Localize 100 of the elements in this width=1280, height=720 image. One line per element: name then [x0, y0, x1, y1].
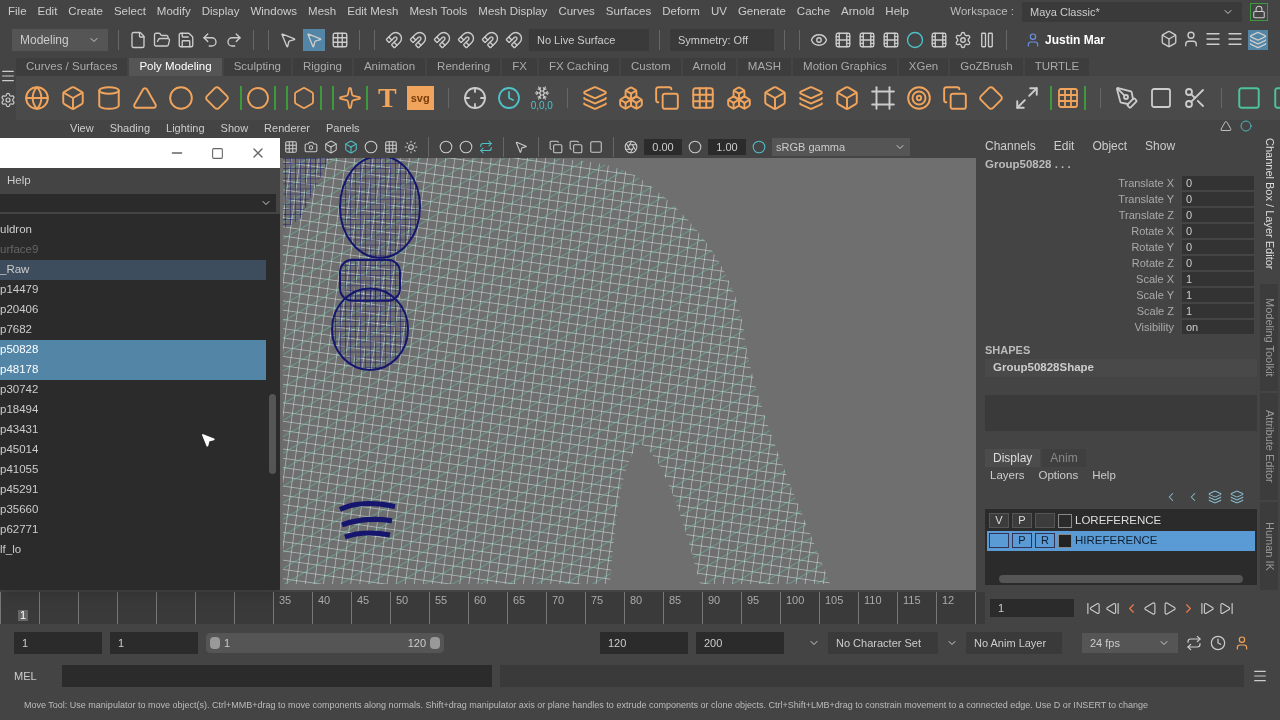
shelf-tab[interactable]: FX	[502, 58, 537, 76]
play-backward-icon[interactable]	[1143, 600, 1158, 616]
end-frame-field[interactable]: 200	[696, 632, 784, 654]
ring-icon[interactable]	[906, 31, 924, 49]
panel-menu-item[interactable]: Lighting	[166, 119, 205, 137]
magnet-icon[interactable]	[409, 31, 427, 49]
channel-value-field[interactable]: 0	[1182, 192, 1254, 206]
scissors-icon[interactable]	[1182, 86, 1207, 110]
menu-item[interactable]: Generate	[737, 3, 786, 21]
lock-icon[interactable]	[1252, 5, 1266, 19]
user-icon[interactable]	[1025, 32, 1041, 48]
snowflake-icon[interactable]	[533, 85, 550, 101]
grid-icon[interactable]	[331, 31, 349, 49]
menu-item[interactable]: Help	[1092, 466, 1116, 485]
loop-icon[interactable]	[1186, 635, 1202, 651]
shelf-tab[interactable]: Rendering	[427, 58, 501, 76]
shaded-cube-icon[interactable]	[344, 140, 358, 154]
panel-menu-item[interactable]: Renderer	[264, 119, 310, 137]
text-tool-icon[interactable]: T	[378, 84, 397, 112]
new-layer-icon[interactable]	[1230, 489, 1244, 504]
outliner-item[interactable]: p48178	[0, 360, 266, 380]
undo-icon[interactable]	[201, 31, 219, 49]
menu-item[interactable]: Surfaces	[605, 3, 652, 21]
anim-layer-field[interactable]: No Anim Layer	[966, 632, 1062, 654]
menu-item[interactable]: Channels	[985, 137, 1036, 155]
square-icon[interactable]	[589, 140, 603, 154]
shelf-tab[interactable]: XGen	[898, 58, 949, 76]
menu-item[interactable]: Mesh Display	[478, 3, 548, 21]
step-back-icon[interactable]	[1105, 600, 1120, 616]
settings-icon[interactable]	[0, 92, 16, 108]
maximize-icon[interactable]	[211, 146, 224, 160]
shape-row[interactable]: Group50828Shape	[985, 358, 1257, 377]
figure-icon[interactable]	[1182, 30, 1200, 48]
cylinder-icon[interactable]	[96, 85, 122, 111]
menu-item[interactable]: Windows	[250, 3, 298, 21]
menu-item[interactable]: Display	[201, 3, 240, 21]
svg-tool-icon[interactable]: svg	[406, 85, 434, 111]
bounding-box-icon[interactable]	[1148, 86, 1173, 110]
magnet-icon[interactable]	[505, 31, 523, 49]
redo-icon[interactable]	[225, 31, 243, 49]
channel-value-field[interactable]: 0	[1182, 176, 1254, 190]
symmetry-dropdown[interactable]: Symmetry: Off	[670, 29, 774, 51]
shelf-tab[interactable]: MASH	[737, 58, 792, 76]
menu-item[interactable]: UV	[710, 3, 727, 21]
magnet-icon[interactable]	[457, 31, 475, 49]
magnet-icon[interactable]	[481, 31, 499, 49]
channel-value-field[interactable]: 1	[1182, 288, 1254, 302]
menu-item[interactable]: Curves	[558, 3, 595, 21]
outliner-item[interactable]: _Raw	[0, 260, 266, 280]
panel-menu-item[interactable]: View	[70, 119, 94, 137]
current-frame-marker[interactable]: 1	[18, 610, 29, 621]
shelf-tab[interactable]: Sculpting	[223, 58, 291, 76]
camera-icon[interactable]	[304, 140, 318, 154]
loop-icon[interactable]	[479, 140, 493, 154]
channel-value-field[interactable]: 0	[1182, 208, 1254, 222]
color-space-dropdown[interactable]: sRGB gamma	[772, 138, 910, 156]
grid-icon[interactable]	[689, 85, 716, 111]
stack-icon[interactable]	[797, 85, 824, 111]
go-to-start-icon[interactable]	[1086, 600, 1101, 616]
aperture-icon[interactable]	[624, 140, 638, 154]
magnet-icon[interactable]	[385, 31, 403, 49]
shelf-tab[interactable]: Custom	[620, 58, 681, 76]
clock-icon[interactable]	[496, 86, 521, 110]
menu-item[interactable]: Edit Mesh	[347, 3, 399, 21]
new-file-icon[interactable]	[129, 31, 147, 49]
channel-value-field[interactable]: 0	[1182, 256, 1254, 270]
side-tab[interactable]: Modeling Toolkit	[1260, 283, 1278, 392]
cube-icon[interactable]	[833, 85, 860, 111]
script-editor-icon[interactable]	[1252, 668, 1268, 684]
panel-menu-item[interactable]: Show	[220, 119, 249, 137]
layer-toggle[interactable]: P	[1012, 533, 1032, 548]
shelf-tab[interactable]: Motion Graphics	[793, 58, 897, 76]
shelf-tab[interactable]: Animation	[353, 58, 426, 76]
clock-icon[interactable]	[1210, 635, 1226, 651]
user-name[interactable]: Justin Mar	[1045, 31, 1105, 49]
menu-item[interactable]: Show	[1145, 137, 1176, 155]
step-forward-icon[interactable]	[1200, 600, 1215, 616]
menu-item[interactable]: Object	[1092, 137, 1128, 155]
shelf-tab[interactable]: FX Caching	[538, 58, 619, 76]
play-icon[interactable]	[1162, 600, 1177, 616]
shelf-tab[interactable]: Rigging	[292, 58, 352, 76]
side-tab[interactable]: Human IK	[1260, 502, 1278, 590]
gear-icon[interactable]	[954, 31, 972, 49]
playback-end-field[interactable]: 120	[600, 632, 688, 654]
character-set-field[interactable]: No Character Set	[828, 632, 938, 654]
menu-item[interactable]: Arnold	[841, 3, 875, 21]
pointer-icon[interactable]	[279, 31, 297, 49]
pointer-icon[interactable]	[514, 140, 528, 154]
layer-color-swatch[interactable]	[1058, 533, 1072, 548]
menu-item[interactable]: Deform	[662, 3, 700, 21]
time-slider[interactable]: 1 35 40 45 50 55 60 65 70 75 80 85 90 95 100 105 110 115 12	[0, 592, 985, 624]
start-frame-field[interactable]: 1	[14, 632, 102, 654]
menu-item[interactable]: Options	[1038, 466, 1079, 485]
shelf-tab[interactable]: Curves / Surfaces	[16, 58, 128, 76]
star-icon[interactable]	[338, 86, 362, 110]
save-icon[interactable]	[177, 31, 195, 49]
list-icon[interactable]	[1204, 30, 1222, 48]
layer-toggle[interactable]	[989, 533, 1009, 548]
boxes-icon[interactable]	[725, 85, 752, 111]
go-to-end-icon[interactable]	[1219, 600, 1234, 616]
